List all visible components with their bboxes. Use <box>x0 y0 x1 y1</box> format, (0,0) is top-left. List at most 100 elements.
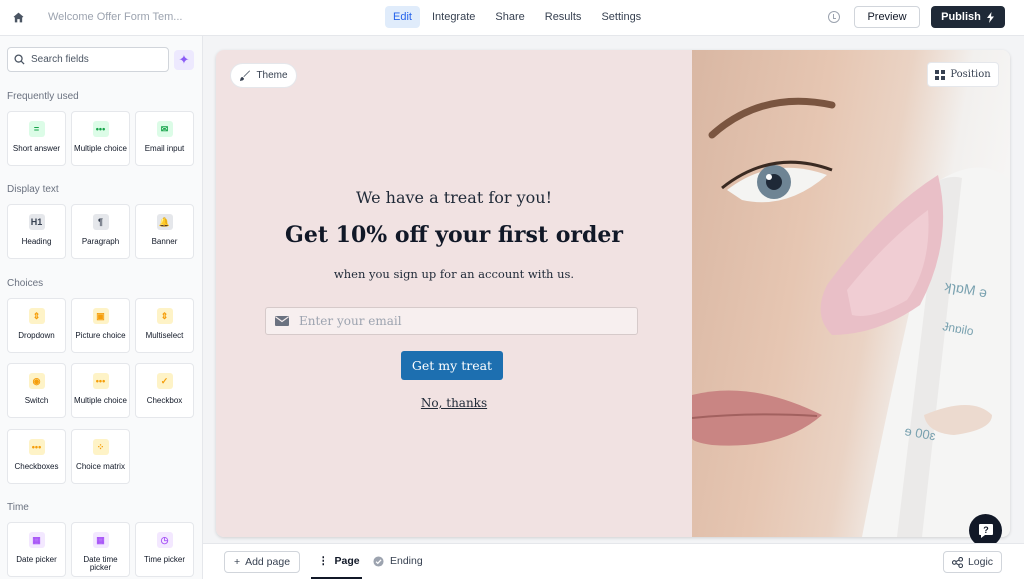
tab-results[interactable]: Results <box>537 6 590 28</box>
field-label: Multiselect <box>145 331 184 340</box>
search-icon <box>14 54 25 65</box>
form-content-pane: Theme We have a treat for you! Get 10% o… <box>216 50 692 537</box>
field-multiselect[interactable]: ⇕ Multiselect <box>135 298 194 353</box>
field-label: Picture choice <box>75 331 126 340</box>
form-canvas: Theme We have a treat for you! Get 10% o… <box>216 50 1010 537</box>
field-short-answer[interactable]: = Short answer <box>7 111 66 166</box>
banner-icon: 🔔 <box>156 214 173 230</box>
subtitle-text[interactable]: when you sign up for an account with us. <box>216 267 692 281</box>
add-page-label: Add page <box>245 556 291 568</box>
envelope-icon <box>275 316 289 326</box>
field-heading[interactable]: H1 Heading <box>7 204 66 259</box>
field-label: Switch <box>24 396 49 405</box>
svg-text:?: ? <box>983 525 989 535</box>
calendar-icon: ▦ <box>28 532 45 548</box>
paintbrush-icon <box>240 70 251 81</box>
field-paragraph[interactable]: ¶ Paragraph <box>71 204 130 259</box>
picture-choice-icon: ▣ <box>92 308 109 324</box>
field-label: Dropdown <box>18 331 55 340</box>
field-label: Date time picker <box>83 555 118 572</box>
publish-label: Publish <box>941 11 981 23</box>
vertical-dots-icon: ⋮ <box>318 555 329 567</box>
publish-button[interactable]: Publish <box>931 6 1005 28</box>
search-input[interactable] <box>31 54 161 65</box>
theme-button[interactable]: Theme <box>230 63 297 88</box>
field-time-picker[interactable]: ◷ Time picker <box>135 522 194 577</box>
no-thanks-link[interactable]: No, thanks <box>216 396 692 410</box>
section-frequently-used: Frequently used <box>7 91 79 102</box>
field-banner[interactable]: 🔔 Banner <box>135 204 194 259</box>
help-icon: ? <box>978 523 993 538</box>
multiple-choice-icon: ••• <box>92 373 109 389</box>
ending-tab[interactable]: Ending <box>373 555 423 567</box>
field-date-time-picker[interactable]: ▦ Date time picker <box>71 522 130 577</box>
field-label: Multiple choice <box>74 396 127 405</box>
home-icon[interactable] <box>12 11 25 24</box>
field-label: Choice matrix <box>76 462 125 471</box>
section-display-text: Display text <box>7 184 59 195</box>
page-tab[interactable]: ⋮ Page <box>318 555 360 567</box>
ending-label: Ending <box>390 555 423 567</box>
field-sidebar: ✦ Frequently used = Short answer ••• Multi… <box>0 36 203 579</box>
field-label: Email input <box>144 144 185 153</box>
field-dropdown[interactable]: ⇕ Dropdown <box>7 298 66 353</box>
choice-matrix-icon: ⁘ <box>92 439 109 455</box>
tab-share[interactable]: Share <box>487 6 532 28</box>
section-time: Time <box>7 502 29 513</box>
field-choice-matrix[interactable]: ⁘ Choice matrix <box>71 429 130 484</box>
field-date-picker[interactable]: ▦ Date picker <box>7 522 66 577</box>
field-label: Paragraph <box>81 237 120 246</box>
woman-face-skincare-product-image: ʞɿɒM ǝ Ɉnɒilo ɘ 00ɛ <box>691 50 1010 537</box>
get-my-treat-button[interactable]: Get my treat <box>401 351 503 380</box>
email-icon: ✉ <box>156 121 173 137</box>
email-input[interactable] <box>299 314 619 328</box>
ai-sparkle-button[interactable]: ✦ <box>174 50 194 70</box>
sparkle-icon: ✦ <box>178 52 190 67</box>
field-label: Banner <box>151 237 178 246</box>
field-label: Time picker <box>143 555 186 564</box>
checkbox-icon: ✓ <box>156 373 173 389</box>
plus-icon: + <box>233 556 241 568</box>
tab-integrate[interactable]: Integrate <box>424 6 483 28</box>
dropdown-icon: ⇕ <box>28 308 45 324</box>
multiselect-icon: ⇕ <box>156 308 173 324</box>
field-checkboxes[interactable]: ••• Checkboxes <box>7 429 66 484</box>
email-field[interactable] <box>265 307 638 335</box>
history-icon[interactable] <box>828 11 840 23</box>
multiple-choice-icon: ••• <box>92 121 109 137</box>
page-label: Page <box>334 555 360 567</box>
main-tabs: Edit Integrate Share Results Settings <box>385 6 649 28</box>
field-label: Date picker <box>16 555 57 564</box>
field-checkbox[interactable]: ✓ Checkbox <box>135 363 194 418</box>
bottom-bar: + Add page ⋮ Page Ending Logic <box>203 543 1024 579</box>
clock-icon: ◷ <box>156 532 173 548</box>
field-label: Checkboxes <box>14 462 59 471</box>
field-switch[interactable]: ◉ Switch <box>7 363 66 418</box>
search-field-box[interactable] <box>7 47 169 72</box>
field-label: Heading <box>21 237 52 246</box>
theme-label: Theme <box>256 70 288 81</box>
switch-icon: ◉ <box>28 373 45 389</box>
section-choices: Choices <box>7 278 44 289</box>
paragraph-icon: ¶ <box>92 214 109 230</box>
headline-text[interactable]: Get 10% off your first order <box>216 222 692 248</box>
heading-icon: H1 <box>28 214 45 230</box>
field-multiple-choice-2[interactable]: ••• Multiple choice <box>71 363 130 418</box>
preview-button[interactable]: Preview <box>854 6 920 28</box>
tab-edit[interactable]: Edit <box>385 6 420 28</box>
field-email-input[interactable]: ✉ Email input <box>135 111 194 166</box>
position-label: Position <box>950 69 991 80</box>
pretitle-text[interactable]: We have a treat for you! <box>216 188 692 207</box>
tab-settings[interactable]: Settings <box>593 6 649 28</box>
logic-label: Logic <box>967 556 994 568</box>
field-picture-choice[interactable]: ▣ Picture choice <box>71 298 130 353</box>
bolt-icon <box>986 11 994 23</box>
add-page-button[interactable]: + Add page <box>224 551 300 573</box>
field-label: Short answer <box>12 144 61 153</box>
share-nodes-icon <box>951 556 963 568</box>
short-answer-icon: = <box>28 121 45 137</box>
document-title[interactable]: Welcome Offer Form Tem... <box>48 11 182 23</box>
field-multiple-choice[interactable]: ••• Multiple choice <box>71 111 130 166</box>
position-button[interactable]: Position <box>927 62 999 87</box>
logic-button[interactable]: Logic <box>943 551 1002 573</box>
